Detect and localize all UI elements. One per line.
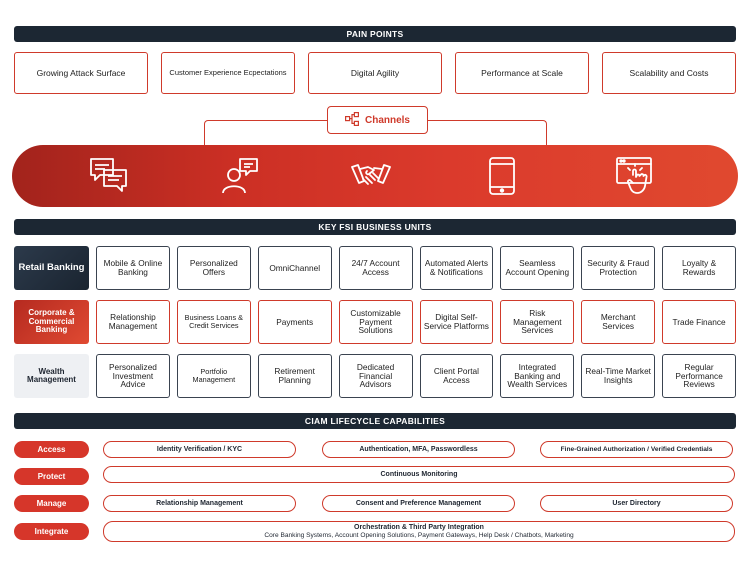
ciam-label-manage: Manage [14,495,89,512]
integration-title: Orchestration & Third Party Integration [354,523,484,531]
mobile-phone-icon [479,153,525,199]
ciam-label-access: Access [14,441,89,458]
unit-cell: Relationship Management [96,300,170,344]
ciam-integration-pill: Orchestration & Third Party Integration … [103,521,735,542]
unit-cell: OmniChannel [257,246,332,290]
unit-cell: Integrated Banking and Wealth Services [500,354,575,398]
unit-cell: Security & Fraud Protection [581,246,656,290]
unit-cell: 24/7 Account Access [338,246,413,290]
channels-bar [12,145,738,207]
ciam-capability-pill: Authentication, MFA, Passwordless [322,441,515,458]
integration-subtitle: Core Banking Systems, Account Opening So… [264,531,574,539]
business-units-header: KEY FSI BUSINESS UNITS [14,219,736,235]
unit-row-wealth: Wealth Management Personalized Investmen… [14,354,736,398]
unit-cell: Personalized Investment Advice [96,354,170,398]
unit-label-wealth: Wealth Management [14,354,89,398]
user-chat-icon [217,153,263,199]
chat-bubbles-icon [86,153,132,199]
ciam-label-integrate: Integrate [14,523,89,540]
unit-cell: Mobile & Online Banking [96,246,170,290]
unit-cell: Risk Management Services [500,300,575,344]
ciam-capability-pill: Consent and Preference Management [322,495,515,512]
unit-cell: Customizable Payment Solutions [338,300,413,344]
handshake-icon [348,153,394,199]
channels-label: Channels [364,114,410,126]
unit-cell: Retirement Planning [257,354,332,398]
pain-point-box: Growing Attack Surface [14,52,148,94]
unit-cell: Payments [257,300,332,344]
unit-cell: Business Loans & Credit Services [176,300,251,344]
unit-cell: Portfolio Management [176,354,251,398]
pain-point-box: Scalability and Costs [602,52,736,94]
unit-cell: Real-Time Market Insights [581,354,656,398]
unit-cell: Client Portal Access [419,354,494,398]
unit-cell: Personalized Offers [176,246,251,290]
web-click-icon [612,153,658,199]
pain-points-row: Growing Attack Surface Customer Experien… [14,52,736,94]
unit-cell: Dedicated Financial Advisors [338,354,413,398]
ciam-capability-pill: Fine-Grained Authorization / Verified Cr… [540,441,733,458]
ciam-capability-pill: Relationship Management [103,495,296,512]
unit-cell: Trade Finance [662,300,736,344]
flow-icon [344,111,359,129]
unit-row-retail: Retail Banking Mobile & Online Banking P… [14,246,736,290]
pain-points-header: PAIN POINTS [14,26,736,42]
ciam-header: CIAM LIFECYCLE CAPABILITIES [14,413,736,429]
pain-point-box: Performance at Scale [455,52,589,94]
channels-label-box: Channels [327,106,428,134]
unit-cell: Seamless Account Opening [500,246,575,290]
ciam-label-protect: Protect [14,468,89,485]
unit-cell: Merchant Services [581,300,656,344]
ciam-capability-pill: User Directory [540,495,733,512]
unit-label-retail: Retail Banking [14,246,89,290]
unit-cell: Automated Alerts & Notifications [419,246,494,290]
pain-point-box: Digital Agility [308,52,442,94]
ciam-capability-pill: Continuous Monitoring [103,466,735,483]
ciam-capability-pill: Identity Verification / KYC [103,441,296,458]
unit-row-corporate: Corporate & Commercial Banking Relations… [14,300,736,344]
unit-label-corporate: Corporate & Commercial Banking [14,300,89,344]
unit-cell: Digital Self-Service Platforms [419,300,494,344]
pain-point-box: Customer Experience Ecpectations [161,52,295,94]
unit-cell: Loyalty & Rewards [662,246,736,290]
unit-cell: Regular Performance Reviews [662,354,736,398]
